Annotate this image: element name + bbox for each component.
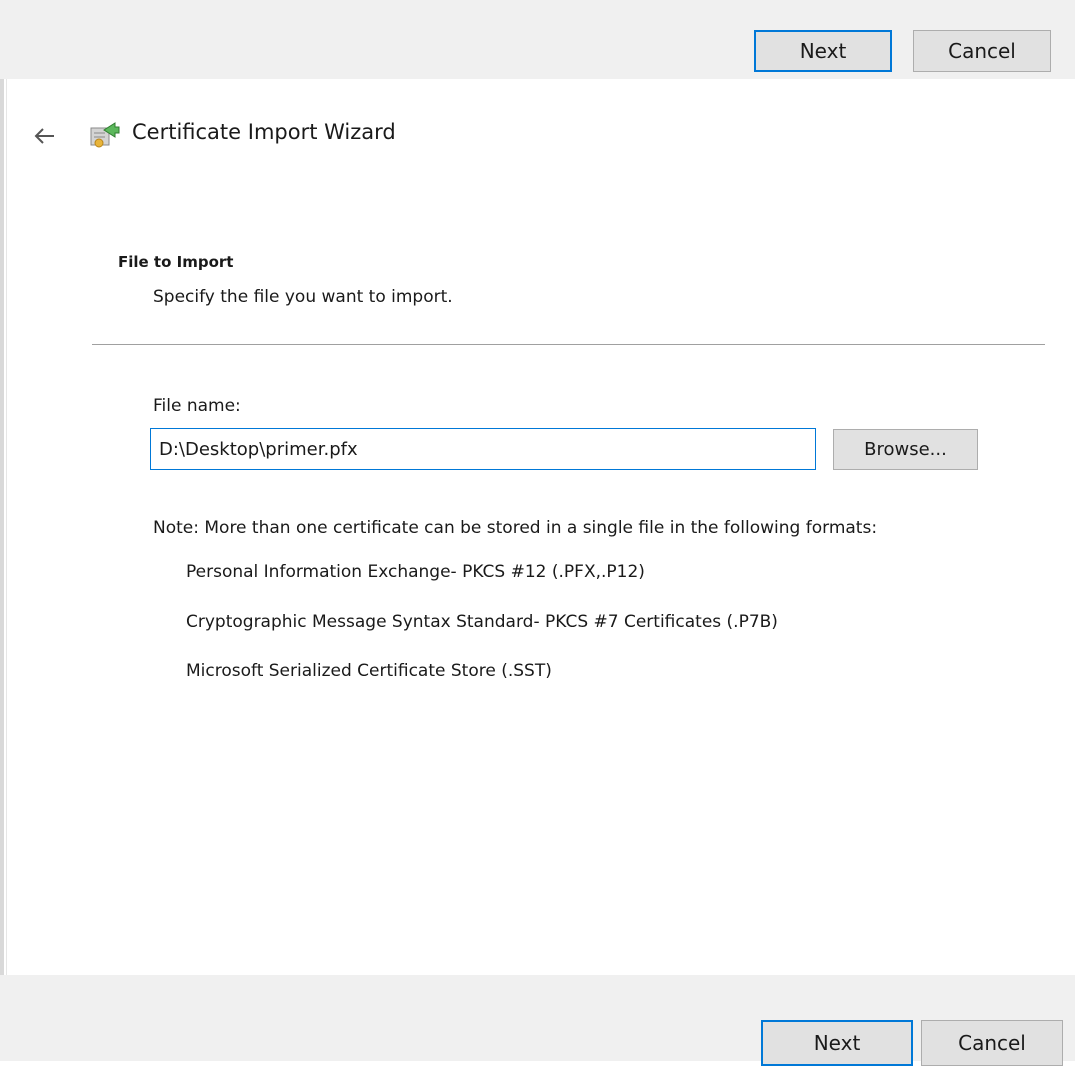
format-item-pfx: Personal Information Exchange- PKCS #12 …: [186, 562, 645, 582]
top-next-button[interactable]: Next: [754, 30, 892, 72]
left-window-edge: [0, 79, 4, 1039]
file-name-input[interactable]: [150, 428, 816, 470]
left-window-edge-line: [6, 79, 7, 1039]
format-item-sst: Microsoft Serialized Certificate Store (…: [186, 661, 552, 681]
header-divider: [92, 344, 1045, 345]
format-item-p7b: Cryptographic Message Syntax Standard- P…: [186, 612, 778, 632]
bottom-button-bar: [0, 975, 1075, 1061]
browse-button[interactable]: Browse...: [833, 429, 978, 470]
section-description: Specify the file you want to import.: [153, 287, 453, 307]
back-arrow-icon[interactable]: [32, 123, 58, 149]
top-cancel-button[interactable]: Cancel: [913, 30, 1051, 72]
bottom-next-button[interactable]: Next: [761, 1020, 913, 1066]
wizard-title: Certificate Import Wizard: [132, 120, 396, 144]
bottom-cancel-button[interactable]: Cancel: [921, 1020, 1063, 1066]
top-button-bar: Next Cancel: [0, 0, 1075, 79]
certificate-icon: [88, 118, 122, 152]
note-text: Note: More than one certificate can be s…: [153, 518, 878, 538]
section-title: File to Import: [118, 253, 234, 271]
file-name-label: File name:: [153, 396, 241, 416]
